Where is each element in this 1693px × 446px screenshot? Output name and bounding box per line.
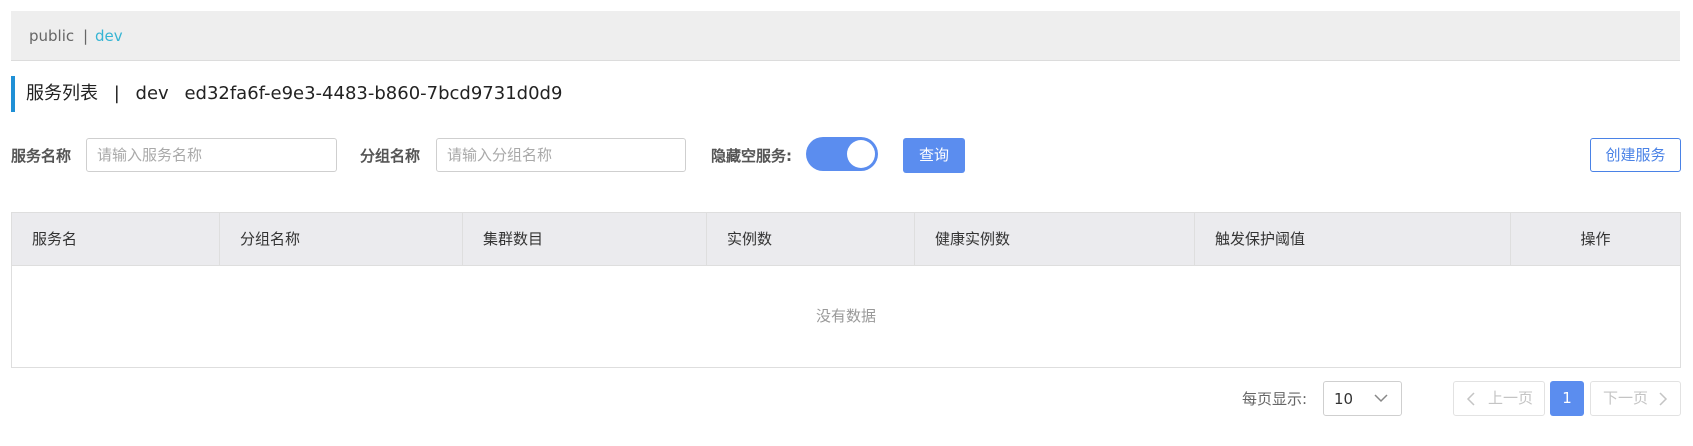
- prev-page-label: 上一页: [1488, 389, 1534, 407]
- column-header-cluster-count: 集群数目: [463, 213, 707, 265]
- page-title: 服务列表 | dev ed32fa6f-e9e3-4483-b860-7bcd9…: [11, 76, 572, 112]
- prev-page-button[interactable]: 上一页: [1453, 381, 1545, 416]
- page-title-namespace-id: ed32fa6f-e9e3-4483-b860-7bcd9731d0d9: [184, 83, 563, 104]
- chevron-down-icon: [1374, 394, 1388, 403]
- table-empty-text: 没有数据: [815, 307, 876, 325]
- create-service-button[interactable]: 创建服务: [1590, 138, 1681, 172]
- page-size-select[interactable]: 10: [1323, 381, 1402, 416]
- service-name-label: 服务名称: [11, 147, 72, 165]
- column-header-actions: 操作: [1580, 230, 1611, 248]
- group-name-input[interactable]: [436, 138, 686, 172]
- column-header-service-name: 服务名: [12, 213, 220, 265]
- column-header-healthy-instance-count: 健康实例数: [915, 213, 1195, 265]
- namespace-dev[interactable]: dev: [95, 27, 123, 45]
- service-table: 服务名 分组名称 集群数目 实例数 健康实例数 触发保护阈值 操作 没有数据: [11, 212, 1681, 368]
- column-header-instance-count: 实例数: [707, 213, 915, 265]
- page-size-label: 每页显示:: [1242, 390, 1308, 408]
- page-number-current[interactable]: 1: [1550, 381, 1584, 416]
- chevron-right-icon: [1659, 392, 1668, 406]
- page-title-prefix: 服务列表: [26, 83, 98, 104]
- namespace-bar: public | dev: [11, 11, 1680, 61]
- column-header-protect-threshold: 触发保护阈值: [1195, 213, 1511, 265]
- namespace-separator: |: [83, 27, 89, 45]
- page-title-separator: |: [113, 83, 120, 104]
- hide-empty-service-toggle[interactable]: [806, 137, 878, 171]
- next-page-button[interactable]: 下一页: [1590, 381, 1681, 416]
- toggle-knob: [847, 140, 875, 168]
- column-header-group-name: 分组名称: [220, 213, 463, 265]
- page-size-value: 10: [1334, 390, 1354, 408]
- page: public | dev 服务列表 | dev ed32fa6f-e9e3-44…: [0, 0, 1693, 446]
- chevron-left-icon: [1466, 392, 1475, 406]
- page-title-namespace: dev: [135, 83, 169, 104]
- table-header: 服务名 分组名称 集群数目 实例数 健康实例数 触发保护阈值 操作: [12, 213, 1680, 266]
- next-page-label: 下一页: [1603, 389, 1649, 407]
- namespace-public[interactable]: public: [29, 27, 74, 45]
- group-name-label: 分组名称: [360, 147, 421, 165]
- service-name-input[interactable]: [86, 138, 337, 172]
- query-button[interactable]: 查询: [903, 138, 965, 173]
- hide-empty-service-label: 隐藏空服务:: [711, 147, 792, 165]
